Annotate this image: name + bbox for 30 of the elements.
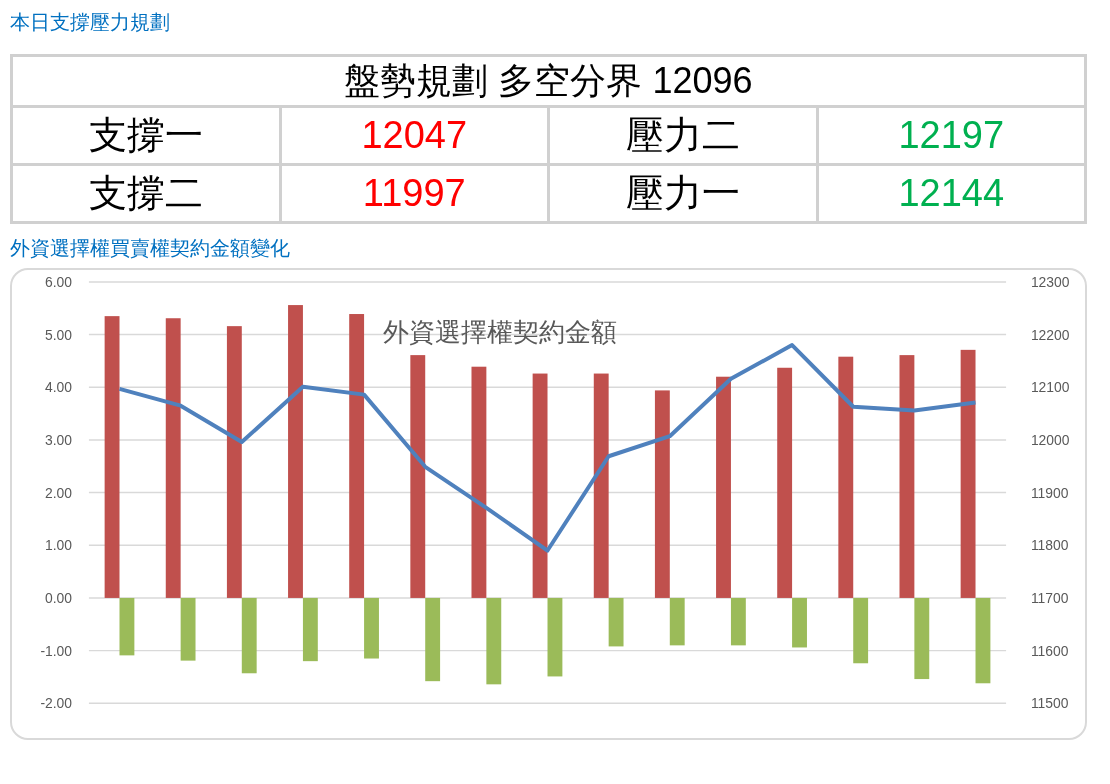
table-cell: 12047 bbox=[281, 108, 547, 163]
axis-tick-label: 6.00 bbox=[45, 273, 73, 290]
axis-tick-label: 12000 bbox=[1030, 431, 1070, 448]
table-cell: 壓力二 bbox=[550, 108, 816, 163]
axis-tick-label: 12300 bbox=[1030, 273, 1070, 290]
table-cell: 12144 bbox=[818, 166, 1084, 221]
axis-tick-label: 11900 bbox=[1030, 484, 1069, 501]
table-cell: 支撐二 bbox=[13, 166, 279, 221]
axis-tick-label: 1.00 bbox=[45, 537, 73, 554]
axis-tick-label: 11500 bbox=[1030, 695, 1069, 712]
chart-title: 外資選擇權契約金額 bbox=[383, 318, 618, 347]
table-cell: 12197 bbox=[818, 108, 1084, 163]
axis-tick-label: 0.00 bbox=[45, 589, 73, 606]
section-title: 本日支撐壓力規劃 bbox=[10, 10, 170, 35]
axis-tick-label: 2.00 bbox=[45, 484, 73, 501]
axis-tick-label: 11600 bbox=[1030, 642, 1069, 659]
table-cell: 支撐一 bbox=[13, 108, 279, 163]
table-header-cell: 盤勢規劃 多空分界 12096 bbox=[13, 57, 1084, 105]
axis-tick-label: 11800 bbox=[1030, 537, 1069, 554]
axis-tick-label: 4.00 bbox=[45, 379, 73, 396]
axis-tick-label: 12200 bbox=[1030, 326, 1070, 343]
section-title: 外資選擇權買賣權契約金額變化 bbox=[10, 236, 290, 261]
table-cell: 11997 bbox=[281, 166, 547, 221]
axis-tick-label: 12100 bbox=[1030, 379, 1070, 396]
axis-tick-label: -2.00 bbox=[40, 695, 73, 712]
axis-tick-label: 3.00 bbox=[45, 431, 73, 448]
table-cell: 壓力一 bbox=[550, 166, 816, 221]
axis-tick-label: 11700 bbox=[1030, 589, 1069, 606]
axis-tick-label: 5.00 bbox=[45, 326, 73, 343]
axis-tick-label: -1.00 bbox=[40, 642, 73, 659]
